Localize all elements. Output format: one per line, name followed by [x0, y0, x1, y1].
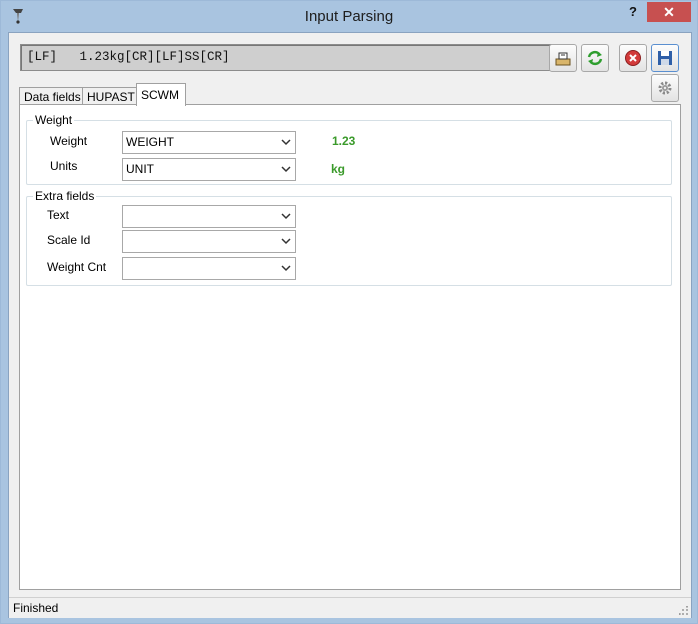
- chevron-down-icon: [281, 238, 291, 245]
- weight-count-select[interactable]: [122, 257, 296, 280]
- refresh-icon: [587, 50, 603, 66]
- raw-input-display: [LF] 1.23kg[CR][LF]SS[CR]: [20, 44, 553, 71]
- cancel-icon: [625, 50, 641, 66]
- units-result: kg: [331, 162, 346, 176]
- help-button[interactable]: ?: [623, 4, 643, 22]
- client-area: [LF] 1.23kg[CR][LF]SS[CR] Data fields HU…: [8, 32, 692, 618]
- scale-id-select[interactable]: [122, 230, 296, 253]
- units-select-value: UNIT: [126, 162, 154, 176]
- chevron-down-icon: [281, 213, 291, 220]
- chevron-down-icon: [281, 139, 291, 146]
- extra-fields-group: Extra fields Text Scale Id Weight Cnt: [26, 189, 672, 286]
- text-select[interactable]: [122, 205, 296, 228]
- scale-button[interactable]: [549, 44, 577, 72]
- settings-button[interactable]: [651, 74, 679, 102]
- close-button[interactable]: ✕: [647, 2, 691, 22]
- app-window: Input Parsing ? ✕ [LF] 1.23kg[CR][LF]SS[…: [0, 0, 698, 624]
- status-text: Finished: [13, 601, 59, 615]
- scale-id-label: Scale Id: [47, 233, 91, 247]
- window-title: Input Parsing: [304, 8, 394, 25]
- extra-fields-title: Extra fields: [33, 189, 97, 203]
- weight-select[interactable]: WEIGHT: [122, 131, 296, 154]
- weight-group-title: Weight: [33, 113, 75, 127]
- weight-group: Weight Weight WEIGHT 1.23 Units UNIT kg: [26, 113, 672, 185]
- scwm-panel: Weight Weight WEIGHT 1.23 Units UNIT kg …: [19, 104, 681, 590]
- weight-result: 1.23: [332, 134, 356, 148]
- units-select[interactable]: UNIT: [122, 158, 296, 181]
- chevron-down-icon: [281, 265, 291, 272]
- resize-grip-icon[interactable]: [679, 606, 689, 616]
- save-icon: [658, 51, 672, 65]
- chevron-down-icon: [281, 166, 291, 173]
- tab-scwm[interactable]: SCWM: [136, 83, 186, 106]
- scale-icon: [555, 52, 571, 66]
- status-bar: Finished: [9, 597, 691, 618]
- cancel-button[interactable]: [619, 44, 647, 72]
- weight-label: Weight: [50, 134, 88, 148]
- settings-icon: [658, 81, 672, 95]
- refresh-button[interactable]: [581, 44, 609, 72]
- weight-select-value: WEIGHT: [126, 135, 174, 149]
- title-bar[interactable]: Input Parsing ? ✕: [1, 1, 697, 32]
- weight-count-label: Weight Cnt: [47, 260, 107, 274]
- text-label: Text: [47, 208, 70, 222]
- save-button[interactable]: [651, 44, 679, 72]
- units-label: Units: [50, 159, 78, 173]
